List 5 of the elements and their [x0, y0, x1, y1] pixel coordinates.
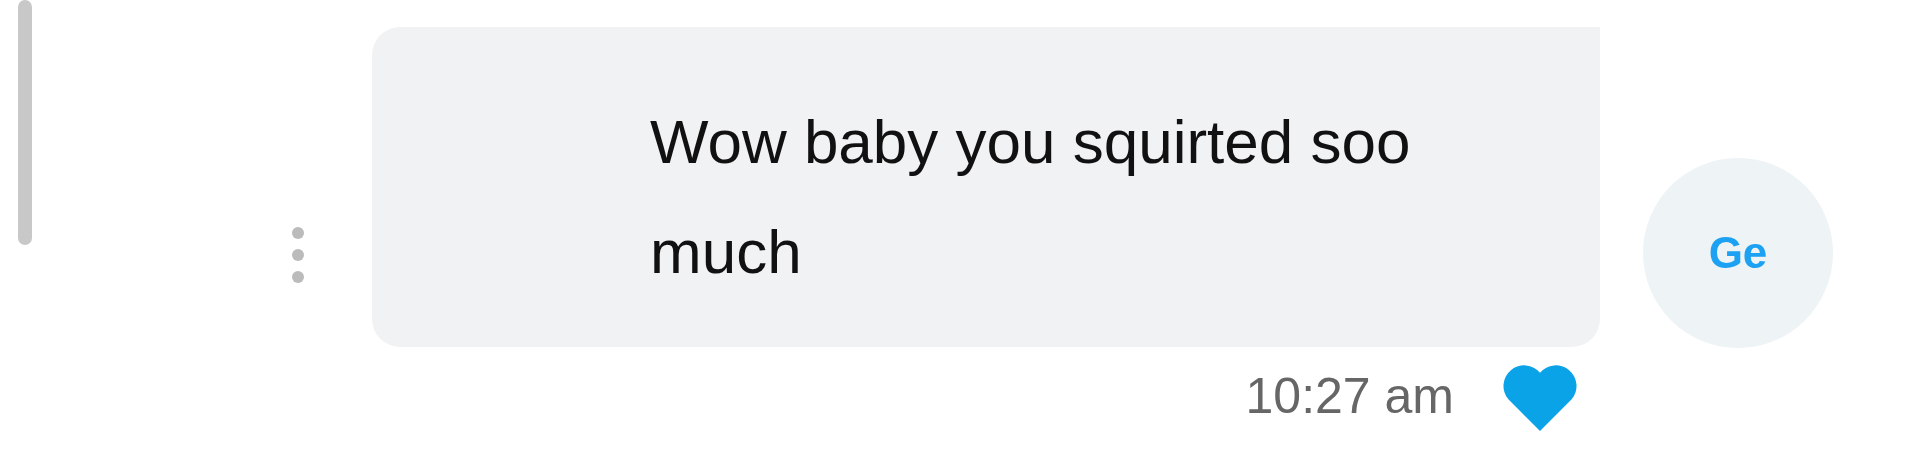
more-options-icon[interactable]: [290, 225, 306, 285]
scrollbar[interactable]: [18, 0, 32, 245]
message-text: Wow baby you squirted soo much: [650, 106, 1412, 288]
avatar[interactable]: Ge: [1643, 158, 1833, 348]
timestamp: 10:27 am: [1245, 367, 1454, 425]
